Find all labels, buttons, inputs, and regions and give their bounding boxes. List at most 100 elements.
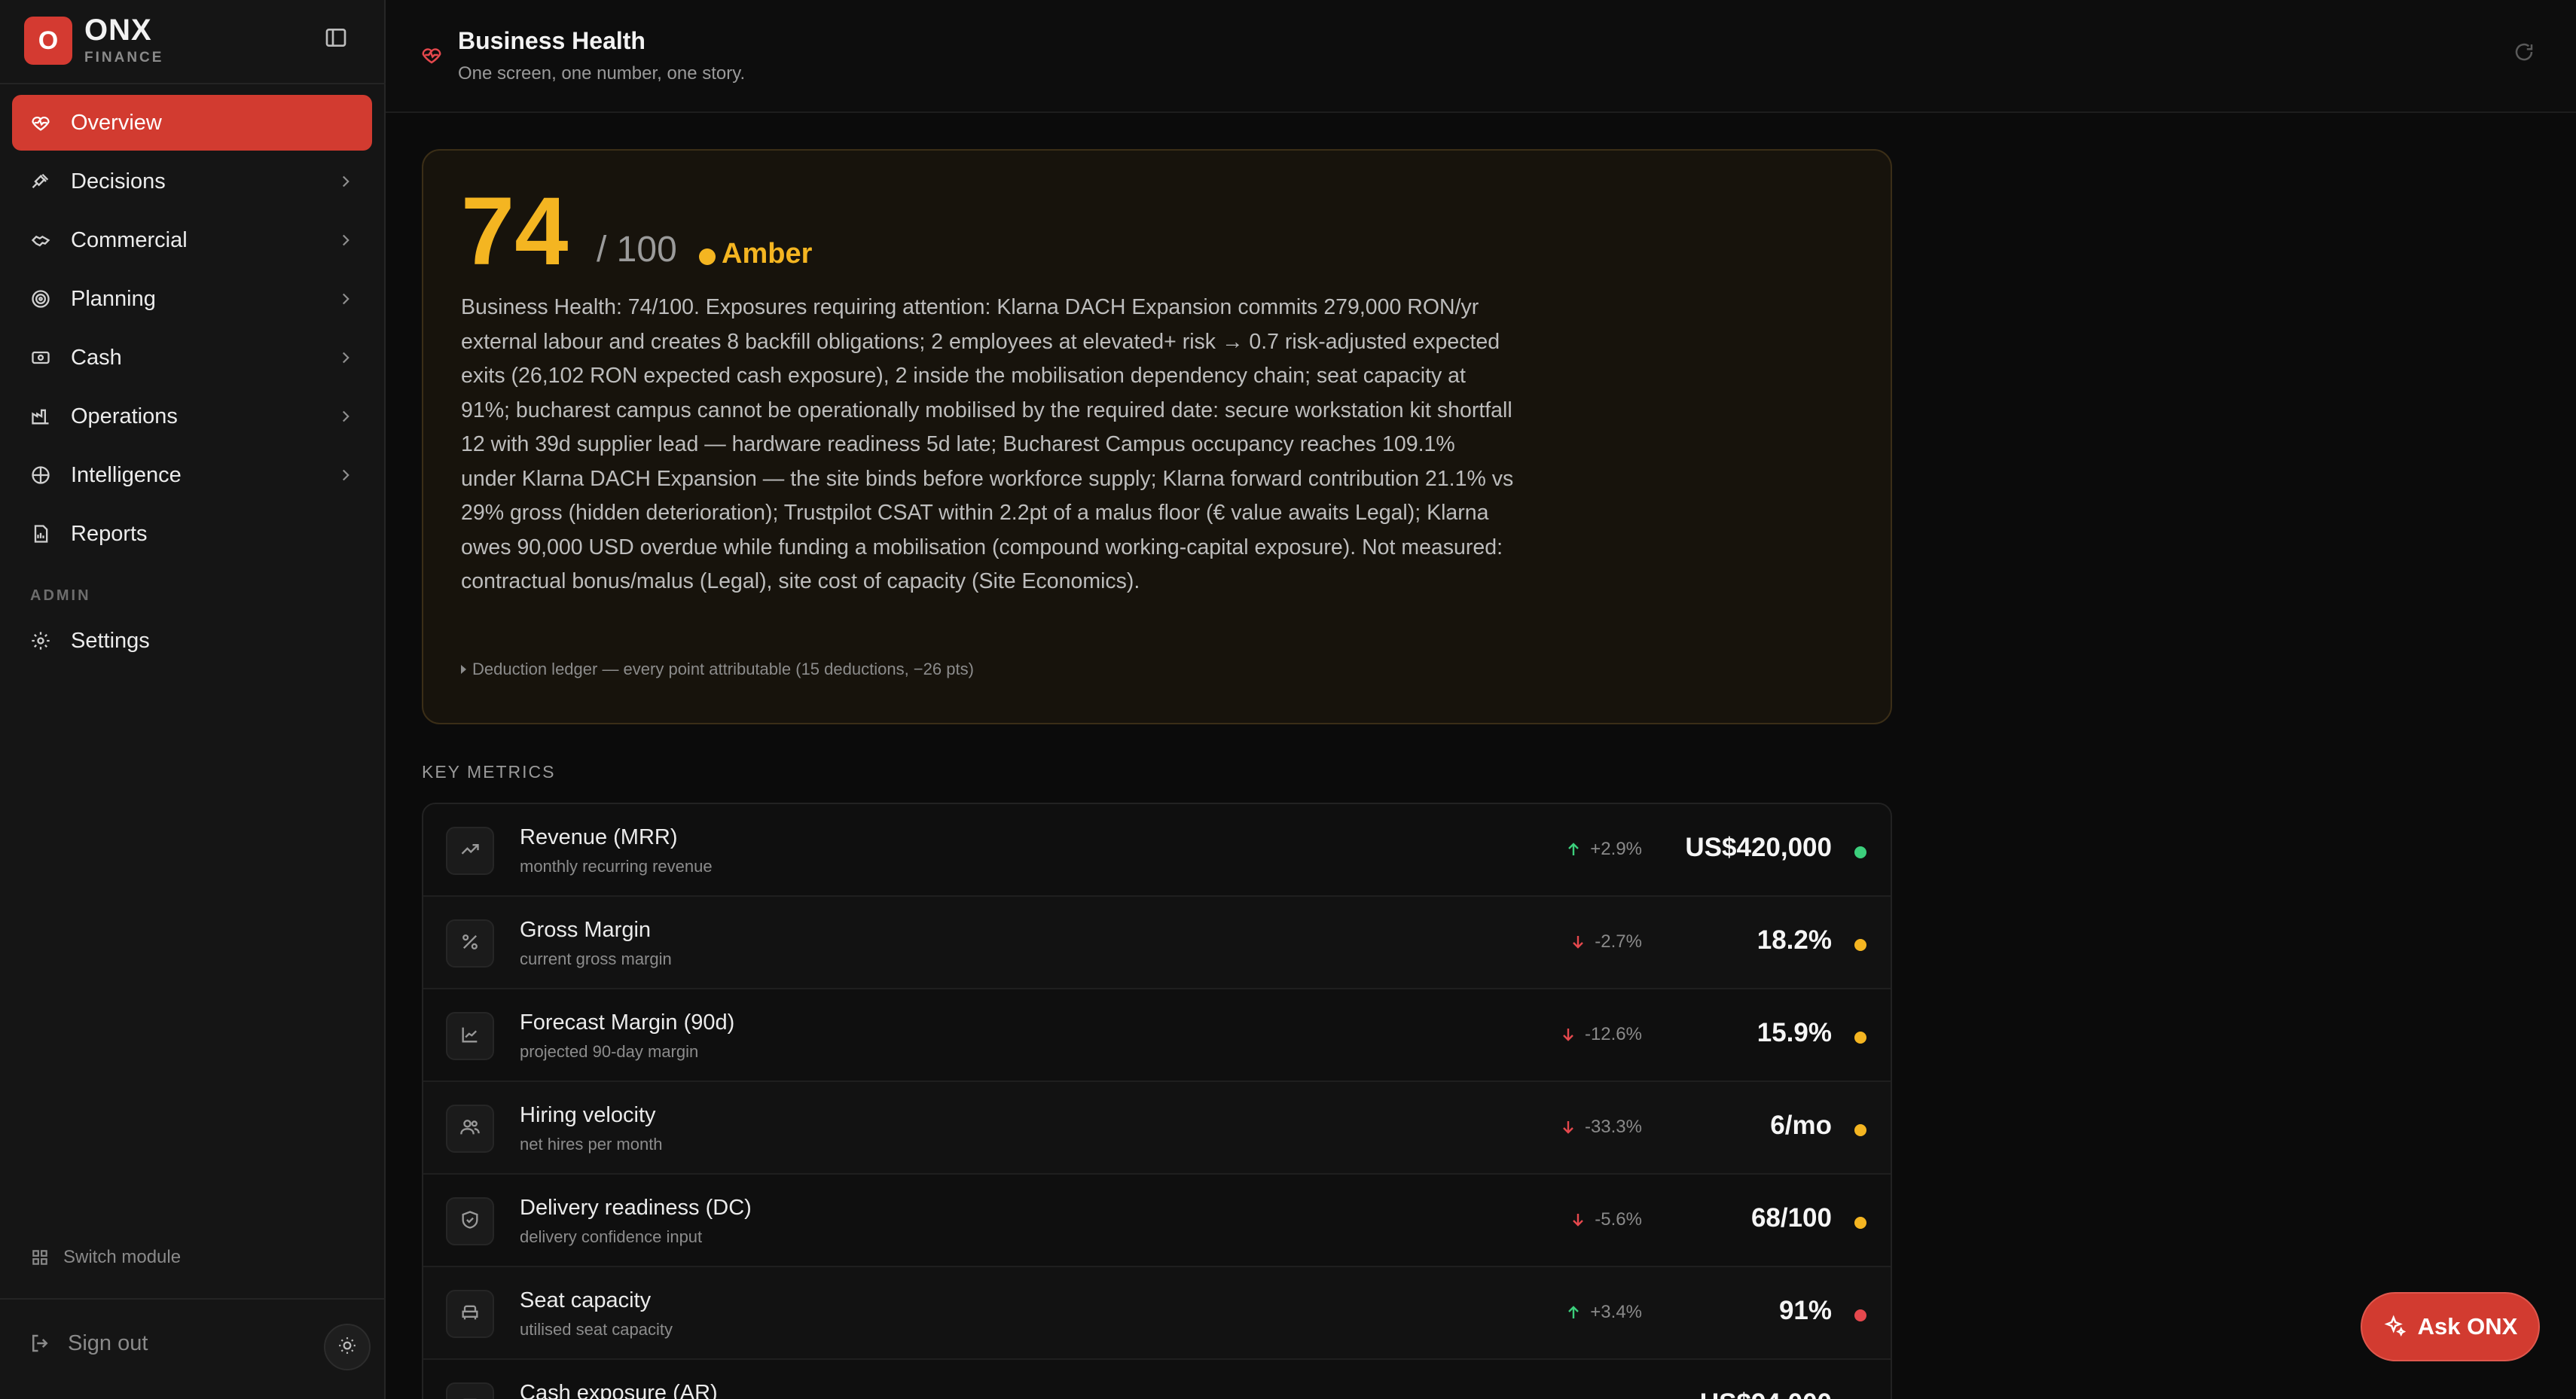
sign-out-button[interactable]: Sign out (29, 1331, 148, 1356)
sign-out-label: Sign out (68, 1331, 148, 1355)
admin-section-label: ADMIN (30, 587, 91, 604)
metric-change: -5.6% (1569, 1209, 1642, 1230)
sidebar-item-cash[interactable]: Cash (12, 330, 372, 386)
chevron-right-icon (336, 172, 356, 191)
sidebar-item-reports[interactable]: Reports (12, 506, 372, 562)
metric-row-hiring-velocity[interactable]: Hiring velocity net hires per month -33.… (423, 1082, 1891, 1175)
log-out-icon (29, 1332, 53, 1356)
metric-row-seat-capacity[interactable]: Seat capacity utilised seat capacity +3.… (423, 1267, 1891, 1360)
sidebar-item-label: Commercial (71, 227, 188, 252)
metric-description: monthly recurring revenue (520, 857, 713, 876)
heart-pulse-icon (29, 111, 53, 135)
metric-change: -12.6% (1559, 1024, 1642, 1045)
sidebar-item-label: Planning (71, 286, 156, 311)
metric-change: +2.9% (1564, 839, 1642, 860)
deduction-ledger-toggle[interactable]: Deduction ledger — every point attributa… (461, 660, 974, 679)
brand-subtitle: FINANCE (84, 50, 164, 66)
gavel-icon (29, 169, 53, 194)
sidebar-item-settings[interactable]: Settings (12, 613, 372, 669)
switch-module-label: Switch module (63, 1247, 182, 1267)
arrow-down-icon (1569, 933, 1587, 951)
armchair-icon (459, 1302, 481, 1327)
metric-value: US$420,000 (1685, 833, 1832, 862)
switch-module-button[interactable]: Switch module (30, 1247, 181, 1268)
page-title: Business Health (458, 27, 646, 54)
chevron-right-icon (336, 230, 356, 250)
sidebar-nav: Overview Decisions Commercial Planning C… (12, 95, 372, 565)
metric-name: Forecast Margin (90d) (520, 1010, 735, 1035)
status-dot (1854, 1032, 1866, 1044)
sidebar-item-label: Reports (71, 521, 148, 546)
sidebar-item-operations[interactable]: Operations (12, 389, 372, 444)
metric-description: utilised seat capacity (520, 1320, 673, 1339)
shield-check-icon (459, 1209, 481, 1234)
metric-row-cash-exposure[interactable]: Cash exposure (AR) US$94,000 (423, 1360, 1891, 1399)
metric-row-delivery-readiness[interactable]: Delivery readiness (DC) delivery confide… (423, 1175, 1891, 1267)
chevron-right-icon (336, 465, 356, 485)
target-icon (29, 287, 53, 311)
sidebar-item-commercial[interactable]: Commercial (12, 212, 372, 268)
metric-value: 68/100 (1750, 1203, 1832, 1233)
brand[interactable]: O ONX FINANCE (23, 14, 369, 68)
brand-logo: O (24, 17, 72, 65)
theme-toggle-button[interactable] (324, 1324, 371, 1370)
status-dot (1854, 939, 1866, 951)
line-chart-icon (459, 1024, 481, 1049)
status-dot (1854, 1309, 1866, 1321)
status-dot (1854, 1217, 1866, 1229)
metric-change-value: -2.7% (1595, 931, 1642, 952)
sidebar-item-label: Overview (71, 110, 162, 135)
sidebar-item-label: Decisions (71, 169, 166, 194)
brain-icon (29, 463, 53, 487)
users-icon (459, 1117, 481, 1141)
sidebar-item-label: Operations (71, 404, 178, 428)
key-metrics-label: KEY METRICS (422, 762, 556, 782)
sun-icon (337, 1336, 357, 1359)
status-badge: Amber (722, 238, 813, 270)
health-score-card: 74 / 100 Amber Business Health: 74/100. … (422, 149, 1892, 724)
arrow-down-icon (1559, 1026, 1577, 1044)
deduction-ledger-label: Deduction ledger — every point attributa… (472, 660, 974, 678)
banknote-icon (29, 346, 53, 370)
health-score-max: / 100 (597, 230, 677, 270)
metric-change: +3.4% (1564, 1302, 1642, 1323)
brand-name: ONX (84, 14, 152, 47)
metric-row-gross-margin[interactable]: Gross Margin current gross margin -2.7% … (423, 897, 1891, 989)
sidebar-item-decisions[interactable]: Decisions (12, 154, 372, 209)
sidebar-item-label: Intelligence (71, 462, 182, 487)
sidebar-item-planning[interactable]: Planning (12, 271, 372, 327)
file-chart-icon (29, 522, 53, 546)
gear-icon (29, 629, 53, 653)
metric-value: 18.2% (1757, 925, 1832, 955)
chevron-right-icon (336, 289, 356, 309)
chevron-right-icon (336, 348, 356, 367)
status-dot (699, 248, 716, 265)
sidebar-item-overview[interactable]: Overview (12, 95, 372, 151)
wallet-icon (459, 1394, 481, 1399)
metric-name: Seat capacity (520, 1288, 652, 1312)
health-score: 74 (461, 178, 569, 285)
page-subtitle: One screen, one number, one story. (458, 63, 746, 84)
sidebar: O ONX FINANCE Overview Decisions Commerc… (0, 0, 386, 1399)
metric-change: -33.3% (1559, 1117, 1642, 1138)
sidebar-collapse-icon[interactable] (324, 26, 348, 50)
ask-onx-button[interactable]: Ask ONX (2361, 1292, 2540, 1361)
metric-name: Delivery readiness (DC) (520, 1196, 752, 1220)
status-dot (1854, 1124, 1866, 1136)
metric-row-revenue[interactable]: Revenue (MRR) monthly recurring revenue … (423, 804, 1891, 897)
sidebar-divider (0, 83, 386, 84)
metric-change-value: -33.3% (1584, 1117, 1642, 1137)
grid-icon (30, 1248, 50, 1267)
page-header: Business Health One screen, one number, … (386, 0, 2576, 113)
metric-change-value: +3.4% (1590, 1302, 1642, 1322)
refresh-icon[interactable] (2513, 41, 2537, 65)
arrow-down-icon (1559, 1118, 1577, 1136)
ask-onx-label: Ask ONX (2417, 1313, 2518, 1340)
status-dot (1854, 846, 1866, 858)
metric-value: 15.9% (1757, 1018, 1832, 1047)
sidebar-item-intelligence[interactable]: Intelligence (12, 447, 372, 503)
arrow-down-icon (1569, 1211, 1587, 1229)
handshake-icon (29, 228, 53, 252)
metric-row-forecast-margin[interactable]: Forecast Margin (90d) projected 90-day m… (423, 989, 1891, 1082)
metric-name: Gross Margin (520, 918, 652, 942)
